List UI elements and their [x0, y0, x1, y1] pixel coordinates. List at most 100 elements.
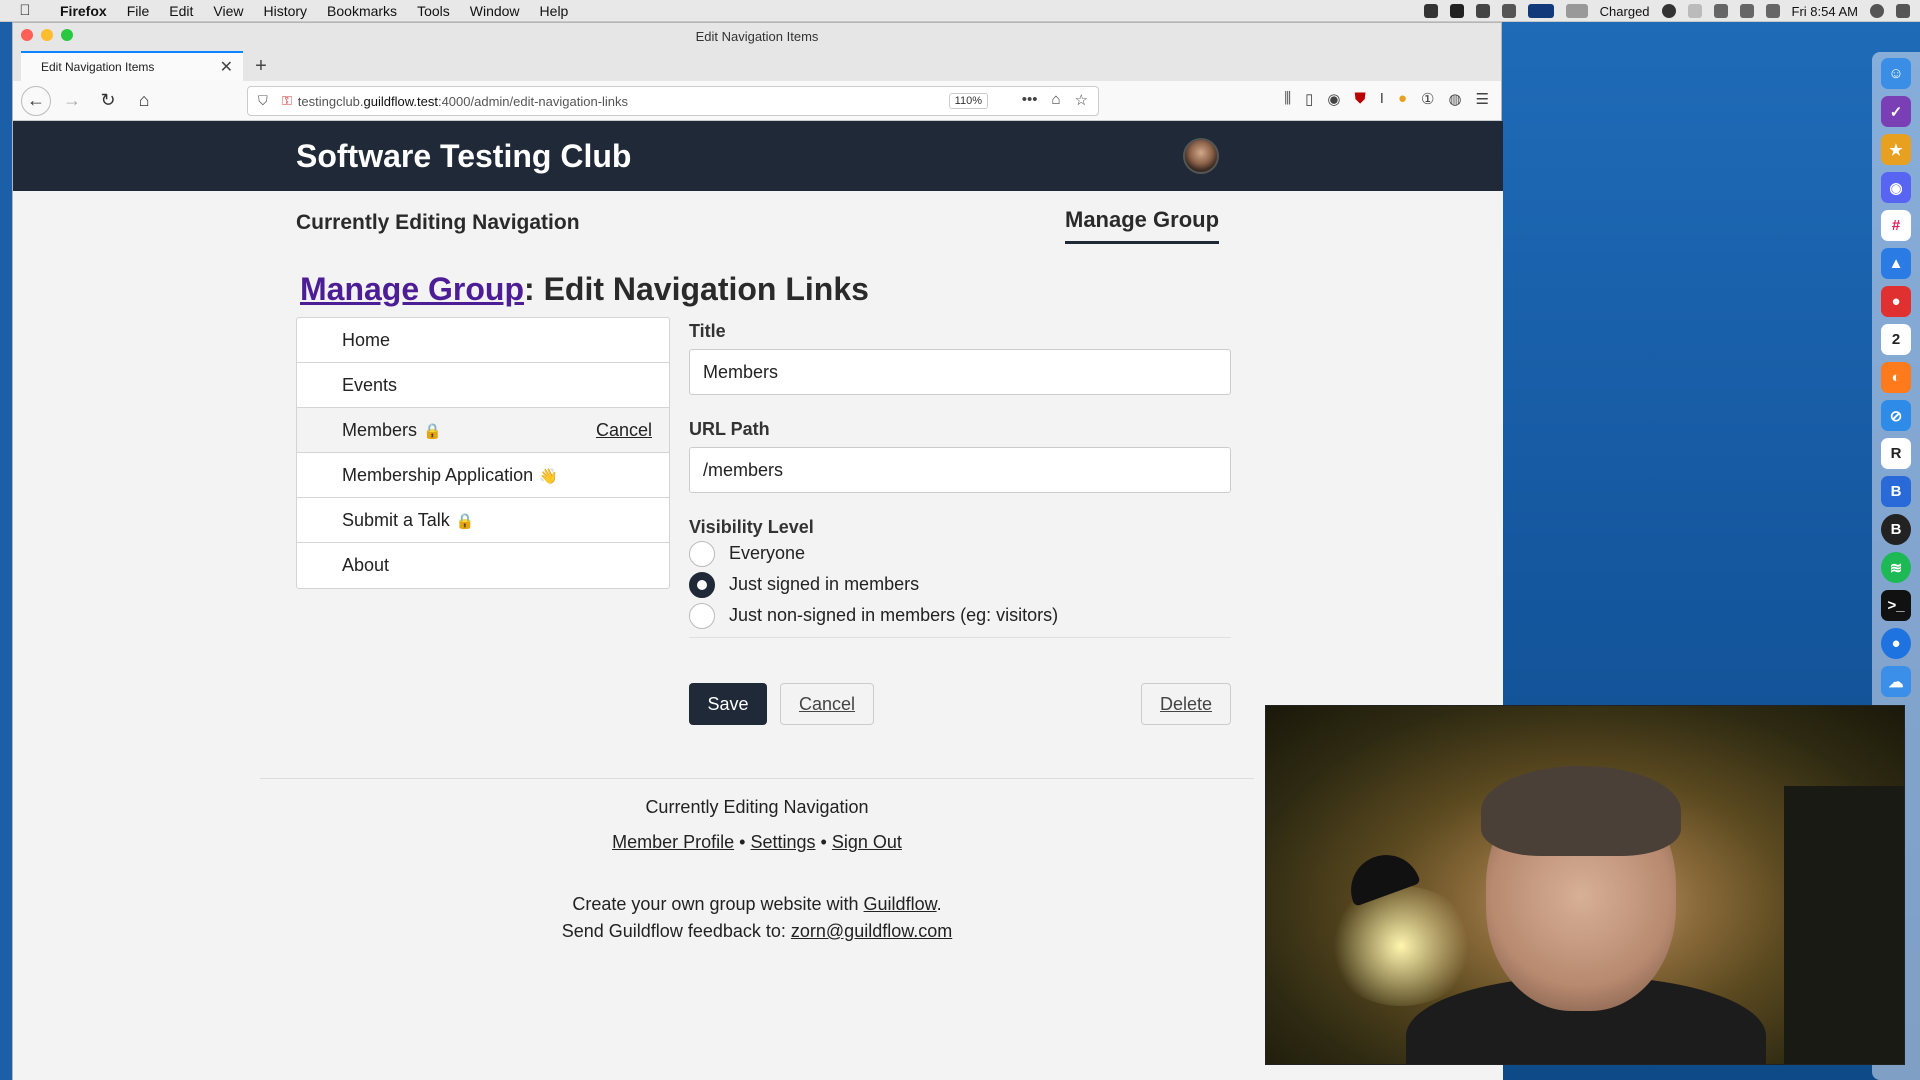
instapaper-icon[interactable]: I	[1380, 90, 1384, 108]
flame-icon[interactable]	[1501, 4, 1516, 18]
list-item[interactable]: Submit a Talk 🔒	[297, 498, 669, 543]
menu-view[interactable]: View	[203, 3, 253, 19]
menu-tools[interactable]: Tools	[407, 3, 460, 19]
back-icon[interactable]: ←	[21, 85, 51, 116]
save-button[interactable]: Save	[689, 683, 767, 725]
radio-signed-in[interactable]: Just signed in members	[689, 569, 1231, 600]
firefox-icon[interactable]: ◐	[1881, 362, 1911, 393]
member-profile-link[interactable]: Member Profile	[612, 832, 734, 852]
onepassword-icon[interactable]	[1661, 4, 1676, 18]
tab-edit-navigation-items[interactable]: Edit Navigation Items ✕	[21, 51, 243, 81]
home-icon[interactable]: ⌂	[129, 86, 159, 116]
nav-item-label: Membership Application	[342, 464, 534, 485]
menu-clock[interactable]: Fri 8:54 AM	[1792, 4, 1858, 19]
volume-icon[interactable]	[1739, 4, 1754, 18]
page-title: Manage Group: Edit Navigation Links	[300, 271, 869, 308]
bird-icon[interactable]	[1475, 4, 1490, 18]
honey-icon[interactable]: ●	[1398, 90, 1407, 108]
new-tab-icon[interactable]: +	[243, 51, 279, 81]
omnifocus-icon[interactable]: ✓	[1881, 96, 1911, 127]
menu-file[interactable]: File	[117, 3, 160, 19]
list-item-active[interactable]: Members 🔒 Cancel	[297, 408, 669, 453]
minimize-window-icon[interactable]	[41, 29, 53, 41]
terminal-icon[interactable]: >_	[1881, 590, 1911, 621]
notification-center-icon[interactable]	[1896, 4, 1910, 18]
b-app-icon[interactable]: B	[1881, 514, 1911, 545]
library-icon[interactable]: ⫼	[1284, 90, 1291, 108]
insecure-lock-icon[interactable]: ⚿	[282, 93, 292, 109]
rstudio-icon[interactable]: R	[1881, 438, 1911, 469]
menu-window[interactable]: Window	[460, 3, 530, 19]
ublock-icon[interactable]: ⛊	[1355, 90, 1366, 108]
list-item[interactable]: About	[297, 543, 669, 588]
list-item[interactable]: Home	[297, 318, 669, 363]
radio-non-signed-in[interactable]: Just non-signed in members (eg: visitors…	[689, 600, 1231, 631]
onepassword-extension-icon[interactable]: ①	[1421, 90, 1434, 108]
wifi-icon[interactable]	[1765, 4, 1780, 18]
account-icon[interactable]: ◉	[1327, 90, 1340, 108]
manage-group-link[interactable]: Manage Group	[300, 271, 524, 307]
radio-button-checked[interactable]	[689, 571, 715, 598]
site-title[interactable]: Software Testing Club	[296, 138, 631, 175]
menu-history[interactable]: History	[253, 3, 317, 19]
list-item[interactable]: Events	[297, 363, 669, 408]
radio-everyone[interactable]: Everyone	[689, 538, 1231, 569]
zoom-level[interactable]: 110%	[948, 93, 988, 109]
page-actions-icon[interactable]: •••	[1022, 91, 1038, 109]
memory-graph-icon[interactable]	[1527, 4, 1554, 18]
dropbox-icon[interactable]	[1449, 4, 1464, 18]
menu-app-firefox[interactable]: Firefox	[50, 3, 117, 19]
radio-button[interactable]	[689, 602, 715, 629]
avatar[interactable]	[1183, 138, 1219, 174]
home-shortcut-icon[interactable]: ⌂	[1051, 91, 1060, 109]
sign-out-link[interactable]: Sign Out	[832, 832, 902, 852]
subnav-currently-editing[interactable]: Currently Editing Navigation	[296, 211, 580, 235]
safari-icon[interactable]: ⊘	[1881, 400, 1911, 431]
shield-icon[interactable]: ⛉	[258, 93, 268, 109]
sidebar-icon[interactable]: ▯	[1305, 90, 1313, 108]
menu-help[interactable]: Help	[530, 3, 579, 19]
bluetooth-icon[interactable]	[1687, 4, 1702, 18]
menu-bookmarks[interactable]: Bookmarks	[317, 3, 407, 19]
reload-icon[interactable]: ↻	[93, 86, 123, 116]
url-path-input[interactable]: /members	[689, 447, 1231, 493]
maximize-window-icon[interactable]	[61, 29, 73, 41]
tab-title: Edit Navigation Items	[41, 60, 155, 74]
spotify-icon[interactable]: ≋	[1881, 552, 1911, 583]
screen-record-icon[interactable]	[1423, 4, 1438, 18]
apple-menu-icon[interactable]: 	[0, 2, 50, 19]
address-bar[interactable]: ⛉ ⚿ testingclub.guildflow.test:4000/admi…	[247, 86, 1099, 116]
slack-icon[interactable]: #	[1881, 210, 1911, 241]
list-item[interactable]: Membership Application 👋	[297, 453, 669, 498]
subnav-manage-group[interactable]: Manage Group	[1065, 207, 1220, 244]
close-tab-icon[interactable]: ✕	[220, 57, 233, 77]
calendar-icon[interactable]: 2	[1881, 324, 1911, 355]
title-input[interactable]: Members	[689, 349, 1231, 395]
radio-button[interactable]	[689, 540, 715, 567]
bbedit-icon[interactable]: B	[1881, 476, 1911, 507]
spotlight-search-icon[interactable]	[1870, 4, 1884, 18]
feedback-email-link[interactable]: zorn@guildflow.com	[791, 921, 952, 941]
menu-edit[interactable]: Edit	[159, 3, 203, 19]
menu-hamburger-icon[interactable]: ☰	[1476, 90, 1489, 108]
extension-icon[interactable]: ◍	[1448, 90, 1461, 108]
navigation-icon[interactable]: ▲	[1881, 248, 1911, 279]
battery-icon[interactable]	[1565, 4, 1588, 18]
cancel-edit-link[interactable]: Cancel	[596, 420, 652, 441]
reeder-icon[interactable]: ★	[1881, 134, 1911, 165]
cancel-button[interactable]: Cancel	[780, 683, 874, 725]
finder-icon[interactable]: ☺	[1881, 58, 1911, 89]
forward-icon[interactable]: →	[57, 86, 87, 116]
guildflow-link[interactable]: Guildflow	[864, 894, 937, 914]
maps-icon[interactable]: ●	[1881, 628, 1911, 659]
bookmark-star-icon[interactable]: ☆	[1075, 91, 1088, 109]
url-text[interactable]: testingclub.guildflow.test:4000/admin/ed…	[298, 94, 628, 109]
delete-button[interactable]: Delete	[1141, 683, 1231, 725]
settings-link[interactable]: Settings	[750, 832, 815, 852]
red-app-icon[interactable]: ●	[1881, 286, 1911, 317]
airplay-icon[interactable]	[1713, 4, 1728, 18]
cloud-icon[interactable]: ☁	[1881, 666, 1911, 697]
toolbar-extensions: ⫼ ▯ ◉ ⛊ I ● ① ◍ ☰	[1284, 90, 1489, 108]
discord-icon[interactable]: ◉	[1881, 172, 1911, 203]
close-window-icon[interactable]	[21, 29, 33, 41]
